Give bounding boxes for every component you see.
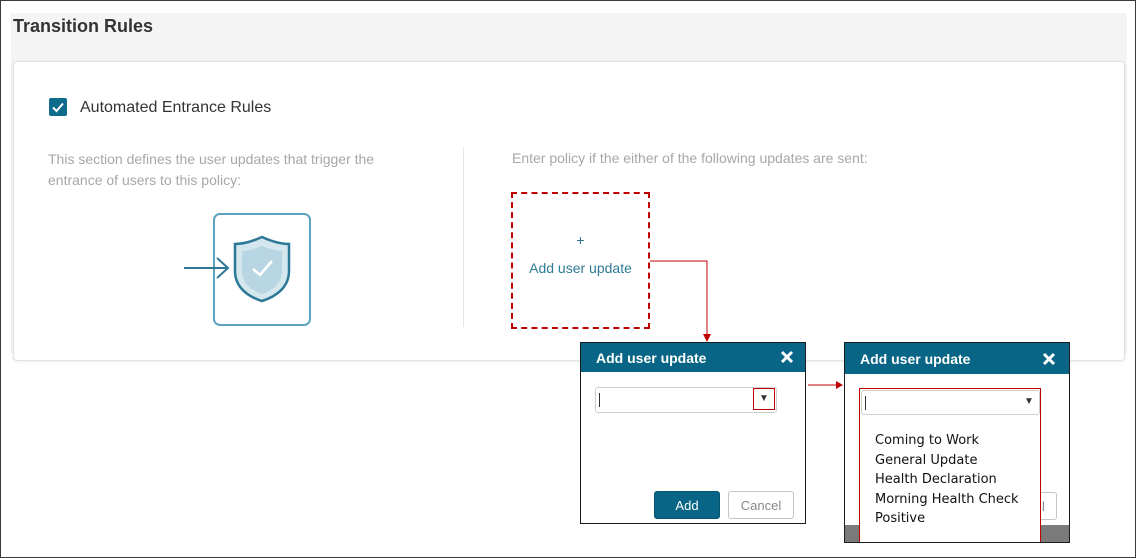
add-user-update-dialog-open: Add user update l ▼ Coming to Work Gener… bbox=[844, 342, 1070, 543]
check-icon bbox=[52, 102, 64, 113]
user-update-select[interactable] bbox=[595, 387, 777, 413]
option-morning-health-check[interactable]: Morning Health Check bbox=[875, 490, 1019, 510]
dialog-title: Add user update bbox=[596, 350, 707, 366]
automated-entrance-label: Automated Entrance Rules bbox=[80, 99, 272, 116]
screenshot-frame: Transition Rules Automated Entrance Rule… bbox=[0, 0, 1136, 558]
option-health-declaration[interactable]: Health Declaration bbox=[875, 470, 1019, 490]
add-user-update-dialog: Add user update ▼ Add Cancel bbox=[580, 342, 806, 524]
add-user-update-label: Add user update bbox=[529, 260, 632, 276]
add-user-update-button[interactable]: + Add user update bbox=[511, 192, 650, 329]
policy-description: Enter policy if the either of the follow… bbox=[512, 150, 868, 166]
cancel-button-partial[interactable]: l bbox=[1041, 492, 1057, 520]
plus-icon: + bbox=[576, 232, 585, 248]
close-icon[interactable] bbox=[1041, 351, 1057, 367]
user-update-select-open[interactable]: ▼ bbox=[861, 390, 1040, 415]
shield-check-entry-icon bbox=[181, 211, 316, 336]
section-description: This section defines the user updates th… bbox=[48, 151, 375, 188]
option-general-update[interactable]: General Update bbox=[875, 451, 1019, 471]
option-positive[interactable]: Positive bbox=[875, 509, 1019, 529]
chevron-down-icon[interactable]: ▼ bbox=[1024, 396, 1034, 407]
add-button[interactable]: Add bbox=[654, 491, 720, 519]
dialog-header: Add user update bbox=[845, 343, 1069, 374]
dropdown-option-list: Coming to Work General Update Health Dec… bbox=[875, 431, 1019, 529]
dropdown-options-panel: ▼ Coming to Work General Update Health D… bbox=[859, 388, 1041, 542]
close-icon[interactable] bbox=[779, 349, 795, 365]
cancel-button[interactable]: Cancel bbox=[728, 491, 794, 519]
automated-entrance-checkbox[interactable] bbox=[49, 98, 67, 116]
text-cursor bbox=[599, 393, 600, 407]
text-cursor bbox=[865, 396, 866, 410]
section-divider bbox=[463, 147, 464, 327]
page-title: Transition Rules bbox=[13, 16, 154, 36]
option-coming-to-work[interactable]: Coming to Work bbox=[875, 431, 1019, 451]
dialog-header: Add user update bbox=[581, 343, 805, 372]
chevron-down-icon[interactable]: ▼ bbox=[759, 393, 769, 404]
dialog-title: Add user update bbox=[860, 351, 971, 367]
